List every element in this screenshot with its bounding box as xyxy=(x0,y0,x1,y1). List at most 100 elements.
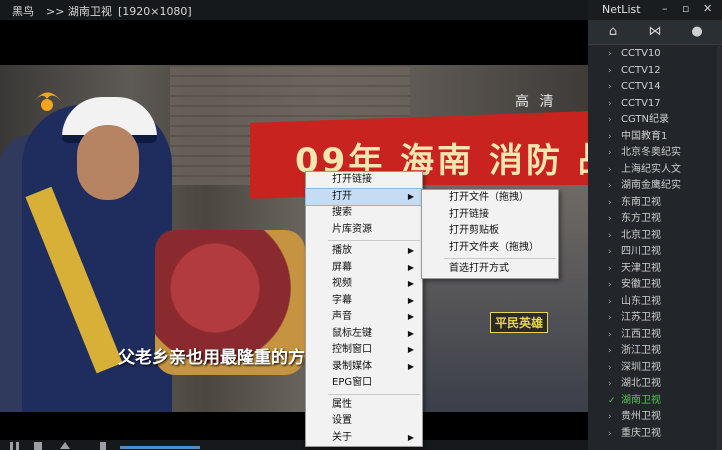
channel-name: >> 湖南卫视 xyxy=(46,5,112,18)
eject-icon[interactable] xyxy=(60,442,70,449)
user-icon[interactable]: ● xyxy=(675,20,719,44)
menu-item[interactable]: 设置 xyxy=(306,413,422,430)
submenu-item-label: 打开剪贴板 xyxy=(449,225,499,236)
menu-item[interactable]: 声音 ▶ xyxy=(306,309,422,326)
channel-label: 北京卫视 xyxy=(621,229,661,241)
menu-item-label: 打开 xyxy=(332,190,352,202)
menu-item[interactable]: EPG窗口 xyxy=(306,375,422,392)
channel-item[interactable]: › 东南卫视 xyxy=(588,195,722,212)
submenu-item[interactable]: 首选打开方式 xyxy=(422,261,558,278)
channel-item[interactable]: › 贵州卫视 xyxy=(588,409,722,426)
close-icon[interactable]: ✕ xyxy=(703,2,712,15)
sidebar-tabs: ⌂ ⋈ ● xyxy=(588,20,722,45)
menu-item[interactable]: 打开 ▶ xyxy=(305,187,423,206)
chevron-right-icon: › xyxy=(608,230,612,241)
restore-icon[interactable]: ▫ xyxy=(682,2,689,15)
channel-item[interactable]: › 天津卫视 xyxy=(588,261,722,278)
channel-label: CCTV10 xyxy=(621,48,661,59)
channel-item[interactable]: › 上海纪实人文 xyxy=(588,162,722,179)
chevron-right-icon: › xyxy=(608,346,612,356)
channel-item[interactable]: › CGTN纪录 xyxy=(588,112,722,129)
channel-item[interactable]: › CCTV17 xyxy=(588,96,722,113)
channel-list: › CCTV10 › CCTV12 › CCTV14 › CCTV17 › CGTN纪录 › 中国教育… xyxy=(588,46,722,450)
menu-item[interactable]: 录制媒体 ▶ xyxy=(306,359,422,376)
channel-item[interactable]: › 四川卫视 xyxy=(588,244,722,261)
menu-item[interactable]: 打开链接 xyxy=(306,172,422,189)
channel-item[interactable]: ✓ 湖南卫视 xyxy=(588,393,722,410)
menu-item[interactable]: 鼠标左键 ▶ xyxy=(306,326,422,343)
chevron-right-icon: › xyxy=(608,296,612,307)
channel-item[interactable]: › 东方卫视 xyxy=(588,211,722,228)
channel-label: 中国教育1 xyxy=(621,130,668,142)
chevron-right-icon: › xyxy=(608,115,612,125)
menu-item[interactable]: 视频 ▶ xyxy=(306,276,422,293)
channel-item[interactable]: › 北京冬奥纪实 xyxy=(588,145,722,162)
channel-label: 贵州卫视 xyxy=(621,411,661,422)
channel-label: 北京冬奥纪实 xyxy=(621,147,681,158)
volume-icon[interactable] xyxy=(100,442,106,450)
submenu-item-label: 打开链接 xyxy=(449,208,489,220)
channel-item[interactable]: › CCTV14 xyxy=(588,79,722,96)
minimize-icon[interactable]: – xyxy=(662,2,668,15)
stop-icon[interactable] xyxy=(34,442,42,450)
pause-icon[interactable] xyxy=(10,442,13,450)
menu-item-label: 播放 xyxy=(332,245,352,256)
channel-label: 湖北卫视 xyxy=(621,378,661,389)
channel-item[interactable]: › 江西卫视 xyxy=(588,327,722,344)
menu-item[interactable]: 播放 ▶ xyxy=(306,243,422,260)
list-scrollbar[interactable] xyxy=(717,46,721,450)
submenu-arrow-icon: ▶ xyxy=(407,246,414,255)
submenu-item-label: 打开文件（拖拽） xyxy=(449,192,529,203)
menu-item-label: 搜索 xyxy=(332,207,352,218)
chevron-right-icon: › xyxy=(608,131,612,142)
channel-label: CCTV17 xyxy=(621,97,661,109)
check-icon: ✓ xyxy=(608,395,616,406)
share-icon[interactable]: ⋈ xyxy=(633,20,677,44)
channel-item[interactable]: › 浙江卫视 xyxy=(588,343,722,360)
submenu-arrow-icon: ▶ xyxy=(407,191,414,201)
chevron-right-icon: › xyxy=(608,362,612,373)
channel-item[interactable]: › CCTV12 xyxy=(588,63,722,80)
chevron-right-icon: › xyxy=(608,65,612,76)
face xyxy=(77,125,139,200)
channel-item[interactable]: › 中国教育1 xyxy=(588,129,722,146)
chevron-right-icon: › xyxy=(608,214,612,224)
home-icon[interactable]: ⌂ xyxy=(591,20,635,44)
channel-item[interactable]: › CCTV10 xyxy=(588,46,722,63)
channel-item[interactable]: › 安徽卫视 xyxy=(588,277,722,294)
menu-item[interactable]: 屏幕 ▶ xyxy=(306,260,422,277)
menu-separator xyxy=(328,240,420,241)
menu-item[interactable]: 控制窗口 ▶ xyxy=(306,342,422,359)
volume-slider[interactable] xyxy=(120,446,200,449)
menu-item[interactable]: 字幕 ▶ xyxy=(306,293,422,310)
submenu-item[interactable]: 打开文件（拖拽） xyxy=(422,190,558,207)
channel-label: 重庆卫视 xyxy=(621,427,661,439)
channel-item[interactable]: › 山东卫视 xyxy=(588,294,722,311)
channel-item[interactable]: › 北京卫视 xyxy=(588,228,722,245)
menu-item[interactable]: 片库资源 xyxy=(306,222,422,239)
submenu-item[interactable]: 打开链接 xyxy=(422,207,558,224)
chevron-right-icon: › xyxy=(608,49,612,59)
submenu-item-label: 打开文件夹（拖拽） xyxy=(449,241,539,253)
channel-item[interactable]: › 湖南金鹰纪实 xyxy=(588,178,722,195)
title-bar: 黑鸟 >> 湖南卫视 [1920×1080] xyxy=(0,0,588,20)
control-bar xyxy=(0,440,588,450)
current-channel: >> 湖南卫视 [1920×1080] xyxy=(46,3,192,19)
channel-item[interactable]: › 湖北卫视 xyxy=(588,376,722,393)
channel-item[interactable]: › 深圳卫视 xyxy=(588,360,722,377)
menu-item[interactable]: 属性 xyxy=(306,397,422,414)
submenu-item[interactable]: 打开文件夹（拖拽） xyxy=(422,240,558,257)
menu-item[interactable]: 关于 ▶ xyxy=(306,430,422,447)
channel-label: 上海纪实人文 xyxy=(621,163,681,175)
chevron-right-icon: › xyxy=(608,379,612,389)
menu-item[interactable]: 搜索 xyxy=(306,205,422,222)
context-menu: 打开链接 打开 ▶ 搜索片库资源播放 ▶ 屏幕 ▶ 视频 ▶ 字幕 ▶ 声音 ▶ 鼠标左键 ▶ 控制窗口 ▶ 录制… xyxy=(305,171,423,447)
chevron-right-icon: › xyxy=(608,313,612,323)
submenu-arrow-icon: ▶ xyxy=(407,295,414,305)
menu-item-label: 设置 xyxy=(332,415,352,426)
channel-item[interactable]: › 重庆卫视 xyxy=(588,426,722,443)
submenu-item[interactable]: 打开剪贴板 xyxy=(422,223,558,240)
submenu-arrow-icon: ▶ xyxy=(407,279,414,288)
channel-item[interactable]: › 江苏卫视 xyxy=(588,310,722,327)
channel-label: 东方卫视 xyxy=(621,213,661,224)
